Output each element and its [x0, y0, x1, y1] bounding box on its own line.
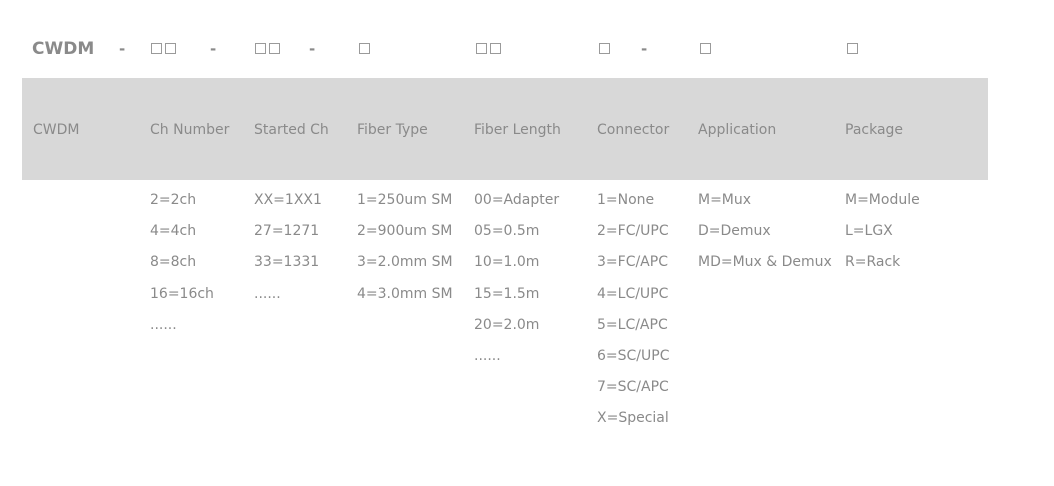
application-placeholder	[700, 36, 714, 62]
header-fiber-type: Fiber Type	[357, 122, 428, 138]
code-separator: -	[210, 40, 217, 58]
placeholder-box-icon	[490, 42, 501, 54]
list-item: 10=1.0m	[474, 254, 540, 271]
list-item: 6=SC/UPC	[597, 348, 670, 365]
list-item: 4=LC/UPC	[597, 285, 669, 302]
column-application: M=Mux D=Demux MD=Mux & Demux	[698, 185, 832, 279]
list-item: 05=0.5m	[474, 223, 540, 240]
header-package: Package	[845, 122, 904, 138]
list-item: 15=1.5m	[474, 285, 540, 302]
list-item: D=Demux	[698, 223, 771, 240]
fiber-length-placeholder	[476, 36, 504, 62]
started-ch-placeholder	[255, 36, 283, 62]
part-code-row: CWDM - - - -	[0, 36, 1054, 62]
header-connector: Connector	[597, 122, 670, 138]
code-separator: -	[119, 40, 126, 58]
placeholder-box-icon	[359, 42, 370, 54]
list-item: 8=8ch	[150, 254, 197, 271]
header-ch-number: Ch Number	[150, 122, 230, 138]
list-item: R=Rack	[845, 254, 901, 271]
list-item: 2=900um SM	[357, 223, 453, 240]
list-item: 3=FC/APC	[597, 254, 668, 271]
list-item: X=Special	[597, 410, 669, 427]
list-item: 33=1331	[254, 254, 320, 271]
placeholder-box-icon	[255, 42, 266, 54]
column-fiber-type: 1=250um SM 2=900um SM 3=2.0mm SM 4=3.0mm…	[357, 185, 453, 310]
list-item: XX=1XX1	[254, 192, 322, 208]
brand-code: CWDM	[32, 39, 95, 59]
ch-number-placeholder	[151, 36, 179, 62]
placeholder-box-icon	[165, 42, 176, 54]
list-item: 4=3.0mm SM	[357, 285, 453, 302]
header-fiber-length: Fiber Length	[474, 122, 561, 138]
header-started-ch: Started Ch	[254, 122, 329, 138]
list-item: 1=250um SM	[357, 192, 453, 208]
column-package: M=Module L=LGX R=Rack	[845, 185, 920, 279]
list-item: M=Module	[845, 192, 920, 208]
code-separator: -	[641, 40, 648, 58]
cwdm-ordering-info: CWDM - - - - CWDM Ch Number Started Ch F…	[0, 0, 1054, 486]
list-item: M=Mux	[698, 192, 752, 208]
list-item: 2=2ch	[150, 192, 197, 208]
list-item: ......	[254, 285, 281, 302]
placeholder-box-icon	[476, 42, 487, 54]
list-item: 5=LC/APC	[597, 316, 668, 333]
placeholder-box-icon	[700, 42, 711, 54]
header-band: CWDM Ch Number Started Ch Fiber Type Fib…	[22, 78, 988, 180]
list-item: 00=Adapter	[474, 192, 560, 208]
list-item: 7=SC/APC	[597, 379, 669, 396]
list-item: 1=None	[597, 192, 655, 208]
placeholder-box-icon	[151, 42, 162, 54]
header-application: Application	[698, 122, 777, 138]
list-item: 20=2.0m	[474, 316, 540, 333]
list-item: 3=2.0mm SM	[357, 254, 453, 271]
list-item: 2=FC/UPC	[597, 223, 669, 240]
list-item: ......	[150, 316, 177, 333]
list-item: MD=Mux & Demux	[698, 254, 832, 271]
column-connector: 1=None 2=FC/UPC 3=FC/APC 4=LC/UPC 5=LC/A…	[597, 185, 669, 435]
code-separator: -	[309, 40, 316, 58]
list-item: L=LGX	[845, 223, 893, 240]
list-item: 16=16ch	[150, 285, 214, 302]
column-ch-number: 2=2ch 4=4ch 8=8ch 16=16ch ......	[150, 185, 214, 341]
column-started-ch: XX=1XX1 27=1271 33=1331 ......	[254, 185, 322, 310]
placeholder-box-icon	[599, 42, 610, 54]
list-item: 27=1271	[254, 223, 320, 240]
fiber-type-placeholder	[359, 36, 373, 62]
list-item: 4=4ch	[150, 223, 197, 240]
header-cwdm: CWDM	[33, 122, 80, 138]
column-fiber-length: 00=Adapter 05=0.5m 10=1.0m 15=1.5m 20=2.…	[474, 185, 559, 372]
placeholder-box-icon	[269, 42, 280, 54]
package-placeholder	[847, 36, 861, 62]
list-item: ......	[474, 348, 501, 365]
connector-placeholder	[599, 36, 613, 62]
placeholder-box-icon	[847, 42, 858, 54]
